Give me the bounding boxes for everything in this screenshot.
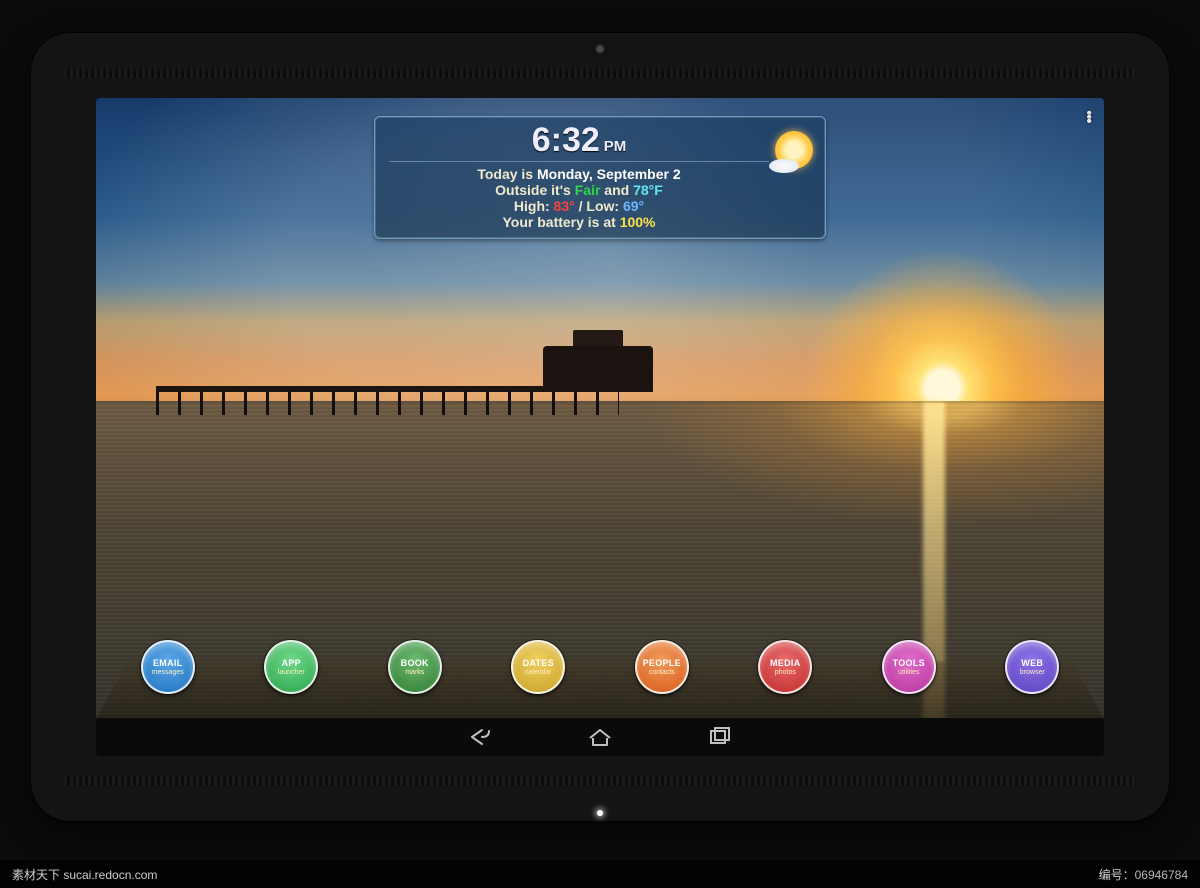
weather-sun-icon bbox=[775, 131, 813, 169]
widget-divider bbox=[389, 161, 769, 162]
dock-dates[interactable]: DATEScalendar bbox=[511, 640, 565, 696]
email-icon: EMAILmessages bbox=[141, 640, 195, 694]
status-widget[interactable]: 6:32PM Today is Monday, September 2 Outs… bbox=[374, 116, 826, 239]
dock-people[interactable]: PEOPLEcontacts bbox=[635, 640, 689, 696]
back-icon bbox=[465, 726, 495, 748]
tools-icon: TOOLSutilities bbox=[882, 640, 936, 694]
notification-led bbox=[597, 810, 603, 816]
dock: EMAILmessages APPlauncher BOOKmarks DATE… bbox=[96, 640, 1104, 718]
nav-recents-button[interactable] bbox=[705, 726, 735, 748]
highlow-line: High: 83° / Low: 69° bbox=[389, 198, 769, 214]
battery-line: Your battery is at 100% bbox=[389, 214, 769, 230]
media-icon: MEDIAphotos bbox=[758, 640, 812, 694]
front-camera bbox=[593, 42, 607, 56]
today-line: Today is Monday, September 2 bbox=[389, 166, 769, 182]
dock-book[interactable]: BOOKmarks bbox=[388, 640, 442, 696]
overflow-menu-icon[interactable]: ••• bbox=[1086, 112, 1092, 124]
dock-media[interactable]: MEDIAphotos bbox=[758, 640, 812, 696]
calendar-icon: DATEScalendar bbox=[511, 640, 565, 694]
nav-back-button[interactable] bbox=[465, 726, 495, 748]
recents-icon bbox=[705, 726, 735, 748]
speaker-bottom bbox=[64, 776, 1136, 786]
contacts-icon: PEOPLEcontacts bbox=[635, 640, 689, 694]
stock-site-label: 素材天下 sucai.redocn.com bbox=[12, 866, 1099, 883]
home-icon bbox=[585, 726, 615, 748]
bookmarks-icon: BOOKmarks bbox=[388, 640, 442, 694]
dock-web[interactable]: WEBbrowser bbox=[1005, 640, 1059, 696]
tablet-frame: ••• 6:32PM Today is Monday, September 2 … bbox=[30, 32, 1170, 822]
stock-id: 编号：06946784 bbox=[1099, 866, 1188, 883]
apps-icon: APPlauncher bbox=[264, 640, 318, 694]
screen: ••• 6:32PM Today is Monday, September 2 … bbox=[96, 98, 1104, 756]
stock-site-footer: 素材天下 sucai.redocn.com 编号：06946784 bbox=[0, 860, 1200, 888]
outside-line: Outside it's Fair and 78°F bbox=[389, 182, 769, 198]
browser-icon: WEBbrowser bbox=[1005, 640, 1059, 694]
speaker-top bbox=[64, 68, 1136, 78]
android-navbar bbox=[96, 718, 1104, 756]
dock-email[interactable]: EMAILmessages bbox=[141, 640, 195, 696]
dock-tools[interactable]: TOOLSutilities bbox=[882, 640, 936, 696]
dock-app[interactable]: APPlauncher bbox=[264, 640, 318, 696]
clock-ampm: PM bbox=[604, 138, 627, 155]
nav-home-button[interactable] bbox=[585, 726, 615, 748]
clock-time: 6:32 bbox=[532, 121, 600, 159]
clock-readout: 6:32PM bbox=[389, 123, 769, 157]
pier-silhouette bbox=[156, 341, 720, 433]
